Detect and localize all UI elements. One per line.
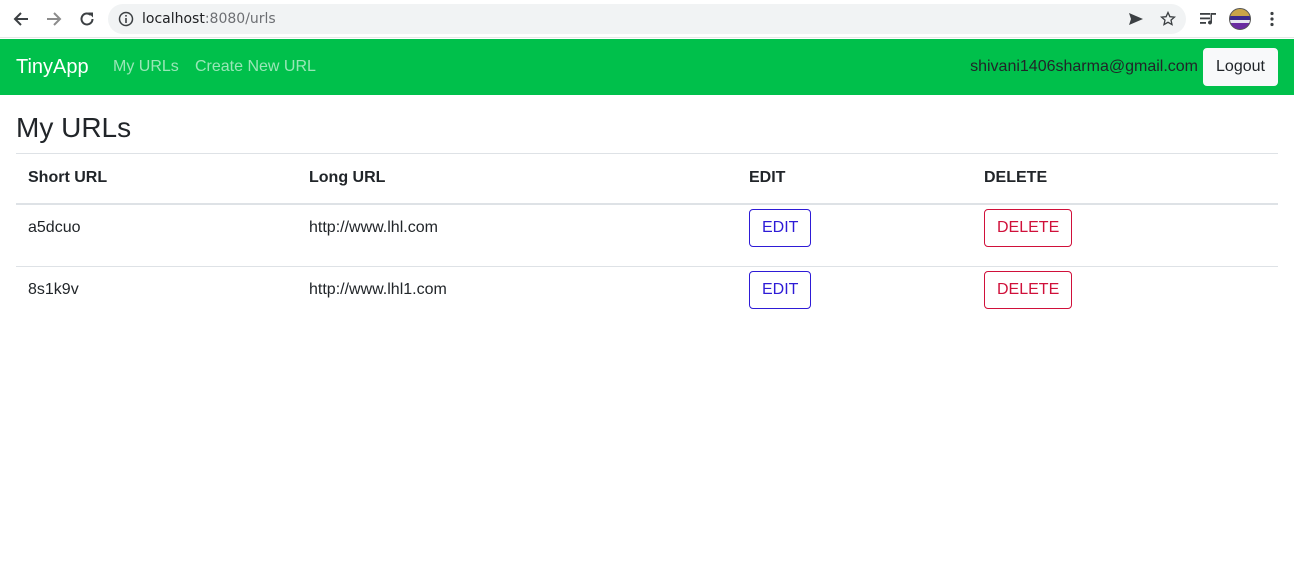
browser-menu-button[interactable]: [1262, 9, 1282, 29]
table-row: 8s1k9v http://www.lhl1.com EDIT DELETE: [16, 266, 1278, 330]
reload-icon: [80, 12, 94, 26]
column-header-edit: EDIT: [737, 153, 972, 205]
urls-table: Short URL Long URL EDIT DELETE a5dcuo ht…: [16, 153, 1278, 330]
column-header-delete: DELETE: [972, 153, 1278, 205]
arrow-left-icon: [13, 12, 28, 26]
nav-link-create-new-url[interactable]: Create New URL: [195, 57, 316, 77]
media-queue-icon: [1200, 13, 1216, 25]
long-url-cell: http://www.lhl1.com: [297, 266, 737, 330]
profile-avatar[interactable]: [1229, 8, 1251, 30]
page-title: My URLs: [16, 112, 132, 143]
reload-button[interactable]: [75, 7, 99, 31]
edit-cell: EDIT: [737, 204, 972, 267]
url-host: localhost: [142, 11, 205, 27]
edit-cell: EDIT: [737, 266, 972, 330]
arrow-right-icon: [47, 12, 62, 26]
nav-link-my-urls[interactable]: My URLs: [113, 57, 179, 77]
table-row: a5dcuo http://www.lhl.com EDIT DELETE: [16, 204, 1278, 267]
kebab-menu-icon: [1270, 11, 1274, 27]
url-path: :8080/urls: [204, 11, 276, 27]
long-url-cell: http://www.lhl.com: [309, 218, 438, 236]
back-button[interactable]: [9, 7, 33, 31]
column-header-long-url: Long URL: [297, 153, 737, 205]
table-header-row: Short URL Long URL EDIT DELETE: [16, 153, 1278, 205]
delete-button[interactable]: DELETE: [984, 208, 1073, 247]
short-url-cell: 8s1k9v: [16, 266, 297, 330]
url-text: localhost:8080/urls: [142, 11, 276, 27]
app-navbar: TinyApp My URLs Create New URL shivani14…: [0, 39, 1294, 95]
edit-button[interactable]: EDIT: [749, 208, 812, 247]
column-header-short-url: Short URL: [16, 153, 297, 205]
delete-cell: DELETE: [972, 204, 1278, 267]
browser-toolbar: localhost:8080/urls: [0, 0, 1294, 38]
logout-button[interactable]: Logout: [1203, 48, 1278, 86]
info-icon[interactable]: [118, 11, 134, 27]
star-icon[interactable]: [1160, 11, 1176, 27]
send-icon[interactable]: [1128, 11, 1144, 27]
media-queue-button[interactable]: [1198, 9, 1218, 29]
address-bar[interactable]: localhost:8080/urls: [108, 4, 1186, 34]
forward-button[interactable]: [42, 7, 66, 31]
short-url-cell: a5dcuo: [28, 218, 81, 236]
edit-button[interactable]: EDIT: [749, 271, 812, 309]
delete-button[interactable]: DELETE: [984, 271, 1073, 309]
user-email: shivani1406sharma@gmail.com: [970, 58, 1198, 75]
brand-link[interactable]: TinyApp: [16, 55, 89, 79]
delete-cell: DELETE: [972, 266, 1278, 330]
